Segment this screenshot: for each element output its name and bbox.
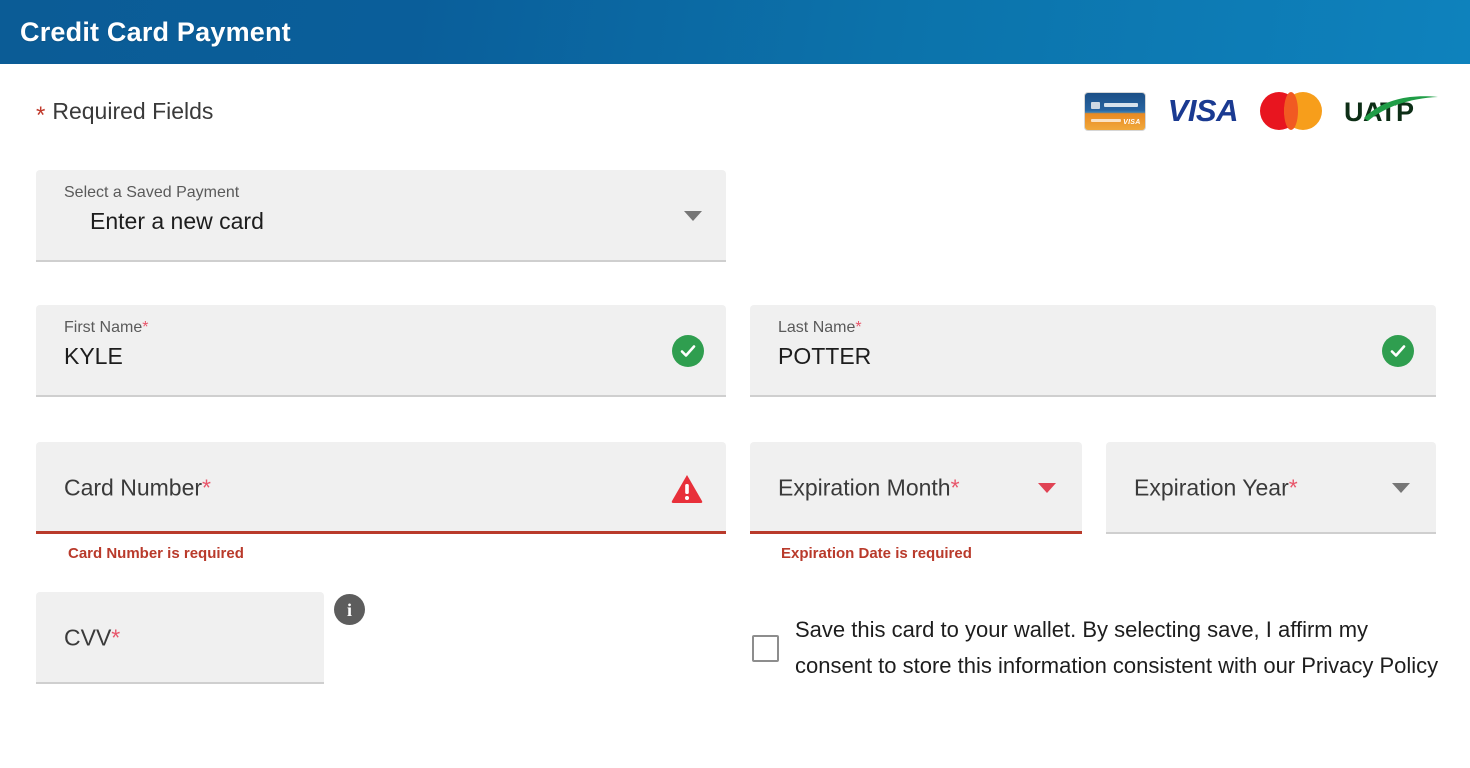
uatp-wordmark: UATP [1344,97,1414,127]
info-circle-icon[interactable]: i [334,594,365,625]
warning-triangle-icon [670,472,704,504]
field-underline [750,395,1436,397]
required-asterisk: * [1288,474,1298,501]
field-underline [1106,532,1436,534]
save-card-consent-label: Save this card to your wallet. By select… [795,617,1439,678]
first-name-label: First Name* [64,319,149,336]
card-number-error-message: Card Number is required [68,545,244,562]
required-asterisk: * [950,474,960,501]
expiration-month-label: Expiration Month* [778,474,960,501]
cvv-label: CVV* [64,624,121,651]
first-name-field[interactable]: First Name* KYLE [36,305,726,397]
page-header: Credit Card Payment [0,0,1470,64]
page-title: Credit Card Payment [20,16,291,47]
card-bankname-line [1103,102,1138,107]
check-circle-icon [672,335,704,367]
expiration-month-select[interactable]: Expiration Month* [750,442,1082,534]
card-visa-mark: VISA [1123,118,1141,126]
required-asterisk: * [142,319,149,336]
required-asterisk: * [111,624,121,651]
last-name-value: POTTER [778,343,872,369]
card-number-label: Card Number* [64,474,211,501]
uatp-logo: UATP [1344,94,1440,128]
chevron-down-icon[interactable] [1392,483,1410,493]
expiration-year-select[interactable]: Expiration Year* [1106,442,1436,534]
chevron-down-icon[interactable] [1038,483,1056,493]
saved-payment-select[interactable]: Select a Saved Payment Enter a new card [36,170,726,262]
field-underline [36,260,726,262]
expiration-date-error-message: Expiration Date is required [781,545,972,562]
saved-payment-value: Enter a new card [90,208,264,234]
field-underline-error [36,531,726,534]
accepted-cards-logos: VISA VISA UATP [1083,90,1440,132]
chevron-down-icon[interactable] [684,211,702,221]
card-image-logo: VISA [1083,91,1146,131]
field-underline [36,395,726,397]
required-fields-label: Required Fields [52,98,214,124]
required-asterisk: * [36,102,46,129]
card-chip-icon [1090,101,1100,109]
saved-payment-label: Select a Saved Payment [64,184,240,201]
field-underline-error [750,531,1082,534]
required-fields-note: * Required Fields [36,98,214,129]
last-name-label: Last Name* [778,319,862,336]
save-card-consent[interactable]: Save this card to your wallet. By select… [752,593,1442,703]
last-name-field[interactable]: Last Name* POTTER [750,305,1436,397]
check-circle-icon [1382,335,1414,367]
card-number-field[interactable]: Card Number* [36,442,726,534]
mastercard-overlap [1284,92,1298,130]
save-card-checkbox[interactable] [752,634,779,662]
expiration-year-label: Expiration Year* [1134,474,1298,501]
first-name-value: KYLE [64,343,123,369]
credit-card-payment-page: Credit Card Payment * Required Fields VI… [0,0,1470,768]
mastercard-logo [1260,92,1322,130]
field-underline [36,682,324,684]
required-asterisk: * [202,474,211,501]
visa-logo: VISA [1167,93,1239,128]
cvv-field[interactable]: CVV* [36,592,324,684]
card-number-line [1090,118,1121,122]
required-asterisk: * [855,319,862,336]
